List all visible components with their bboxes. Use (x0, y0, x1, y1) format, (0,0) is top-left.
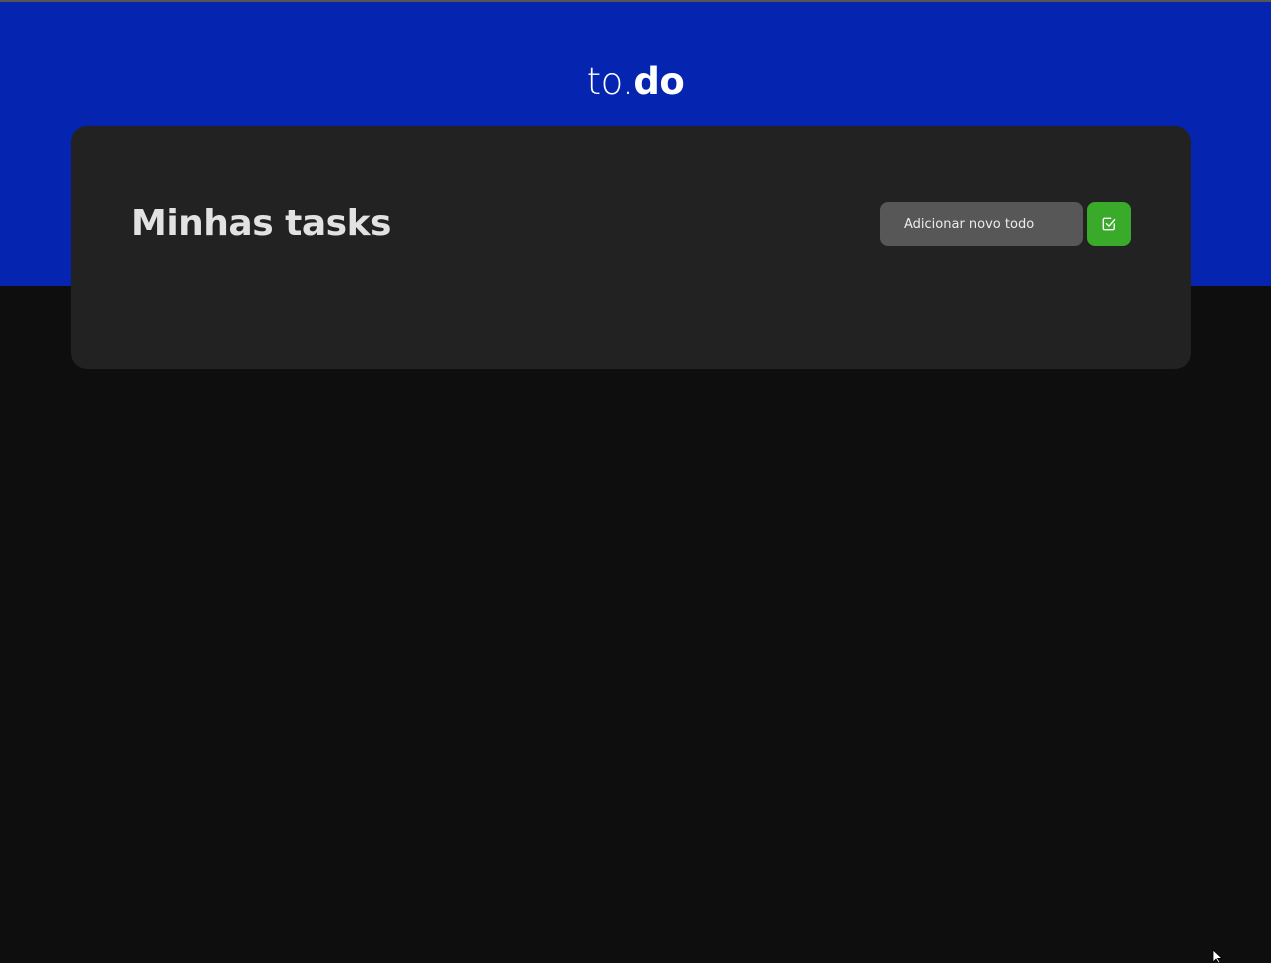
mouse-pointer-icon (1212, 949, 1224, 963)
logo-light: to. (586, 60, 634, 103)
logo-bold: do (633, 60, 685, 103)
add-todo-button[interactable] (1087, 202, 1131, 246)
check-square-icon (1102, 217, 1116, 231)
logo: to.do (0, 58, 1271, 106)
new-todo-form (880, 202, 1131, 246)
page-title: Minhas tasks (131, 203, 391, 244)
new-todo-input[interactable] (880, 202, 1083, 246)
tasks-card: Minhas tasks (71, 126, 1191, 369)
